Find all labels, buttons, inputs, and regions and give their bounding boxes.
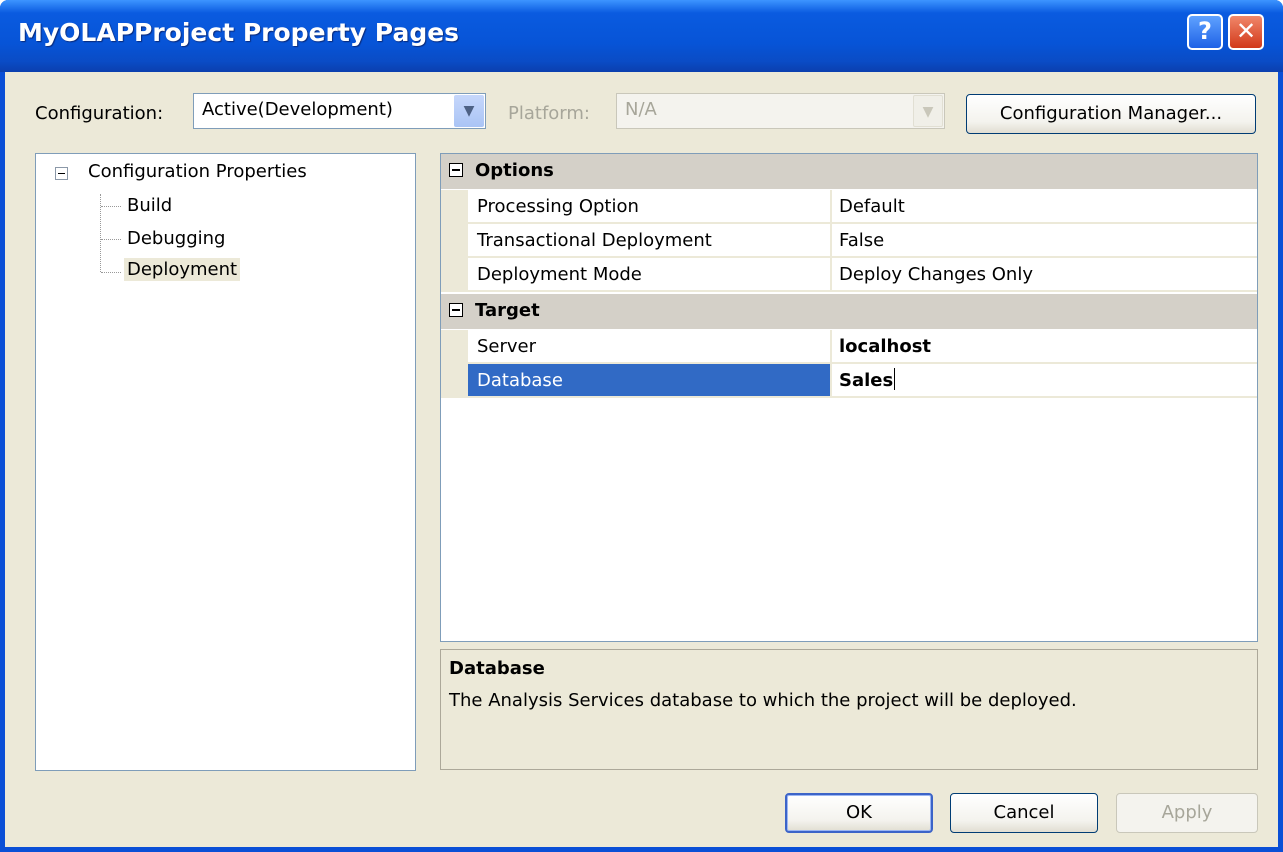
property-name[interactable]: Database [468,364,831,397]
description-title: Database [449,658,545,679]
tree-connector [101,272,121,273]
property-row-database[interactable]: Database Sales [441,364,1257,398]
category-options[interactable]: Options [441,154,1257,189]
property-grid: Options Processing Option Default Transa… [440,153,1258,642]
configuration-label: Configuration: [35,103,164,124]
platform-value: N/A [625,99,657,120]
tree-connector [101,239,121,240]
configuration-dropdown[interactable]: Active(Development) ▼ [193,93,486,129]
property-row-transactional-deployment[interactable]: Transactional Deployment False [441,224,1257,258]
cancel-button[interactable]: Cancel [950,793,1098,833]
property-value[interactable]: Default [832,190,1257,223]
chevron-down-icon[interactable]: ▼ [454,95,484,127]
configuration-manager-button[interactable]: Configuration Manager... [966,94,1256,134]
ok-button[interactable]: OK [785,793,933,833]
title-bar[interactable]: MyOLAPProject Property Pages ? ✕ [0,0,1283,72]
property-row-processing-option[interactable]: Processing Option Default [441,190,1257,224]
property-value[interactable]: Deploy Changes Only [832,258,1257,291]
platform-dropdown: N/A ▼ [616,93,945,129]
category-label: Target [475,300,540,321]
collapse-icon[interactable] [449,303,463,317]
property-row-server[interactable]: Server localhost [441,330,1257,364]
property-value[interactable]: False [832,224,1257,257]
property-value-editor[interactable]: Sales [832,364,1257,397]
property-name[interactable]: Server [468,330,831,363]
tree-item-deployment[interactable]: Deployment [124,258,241,281]
property-name[interactable]: Processing Option [468,190,831,223]
description-panel: Database The Analysis Services database … [440,649,1258,770]
property-value-text: Sales [839,370,894,391]
property-value[interactable]: localhost [832,330,1257,363]
property-name[interactable]: Transactional Deployment [468,224,831,257]
tree-connector [101,206,121,207]
collapse-icon[interactable] [449,163,463,177]
close-icon: ✕ [1235,17,1257,45]
apply-button: Apply [1116,793,1258,833]
help-icon: ? [1198,17,1212,45]
collapse-icon[interactable] [55,167,68,180]
property-name[interactable]: Deployment Mode [468,258,831,291]
window-title: MyOLAPProject Property Pages [18,18,460,47]
help-button[interactable]: ? [1187,14,1223,50]
description-text: The Analysis Services database to which … [449,690,1077,711]
text-caret [894,368,896,390]
platform-label: Platform: [508,103,590,124]
category-target[interactable]: Target [441,294,1257,329]
close-button[interactable]: ✕ [1228,14,1264,50]
configuration-value: Active(Development) [202,99,393,120]
configuration-tree: Configuration Properties Build Debugging… [35,153,416,771]
chevron-down-icon: ▼ [913,95,943,127]
property-row-deployment-mode[interactable]: Deployment Mode Deploy Changes Only [441,258,1257,292]
tree-item-build[interactable]: Build [124,194,175,217]
category-label: Options [475,160,554,181]
tree-root-configuration-properties[interactable]: Configuration Properties [88,161,307,182]
tree-item-debugging[interactable]: Debugging [124,227,228,250]
